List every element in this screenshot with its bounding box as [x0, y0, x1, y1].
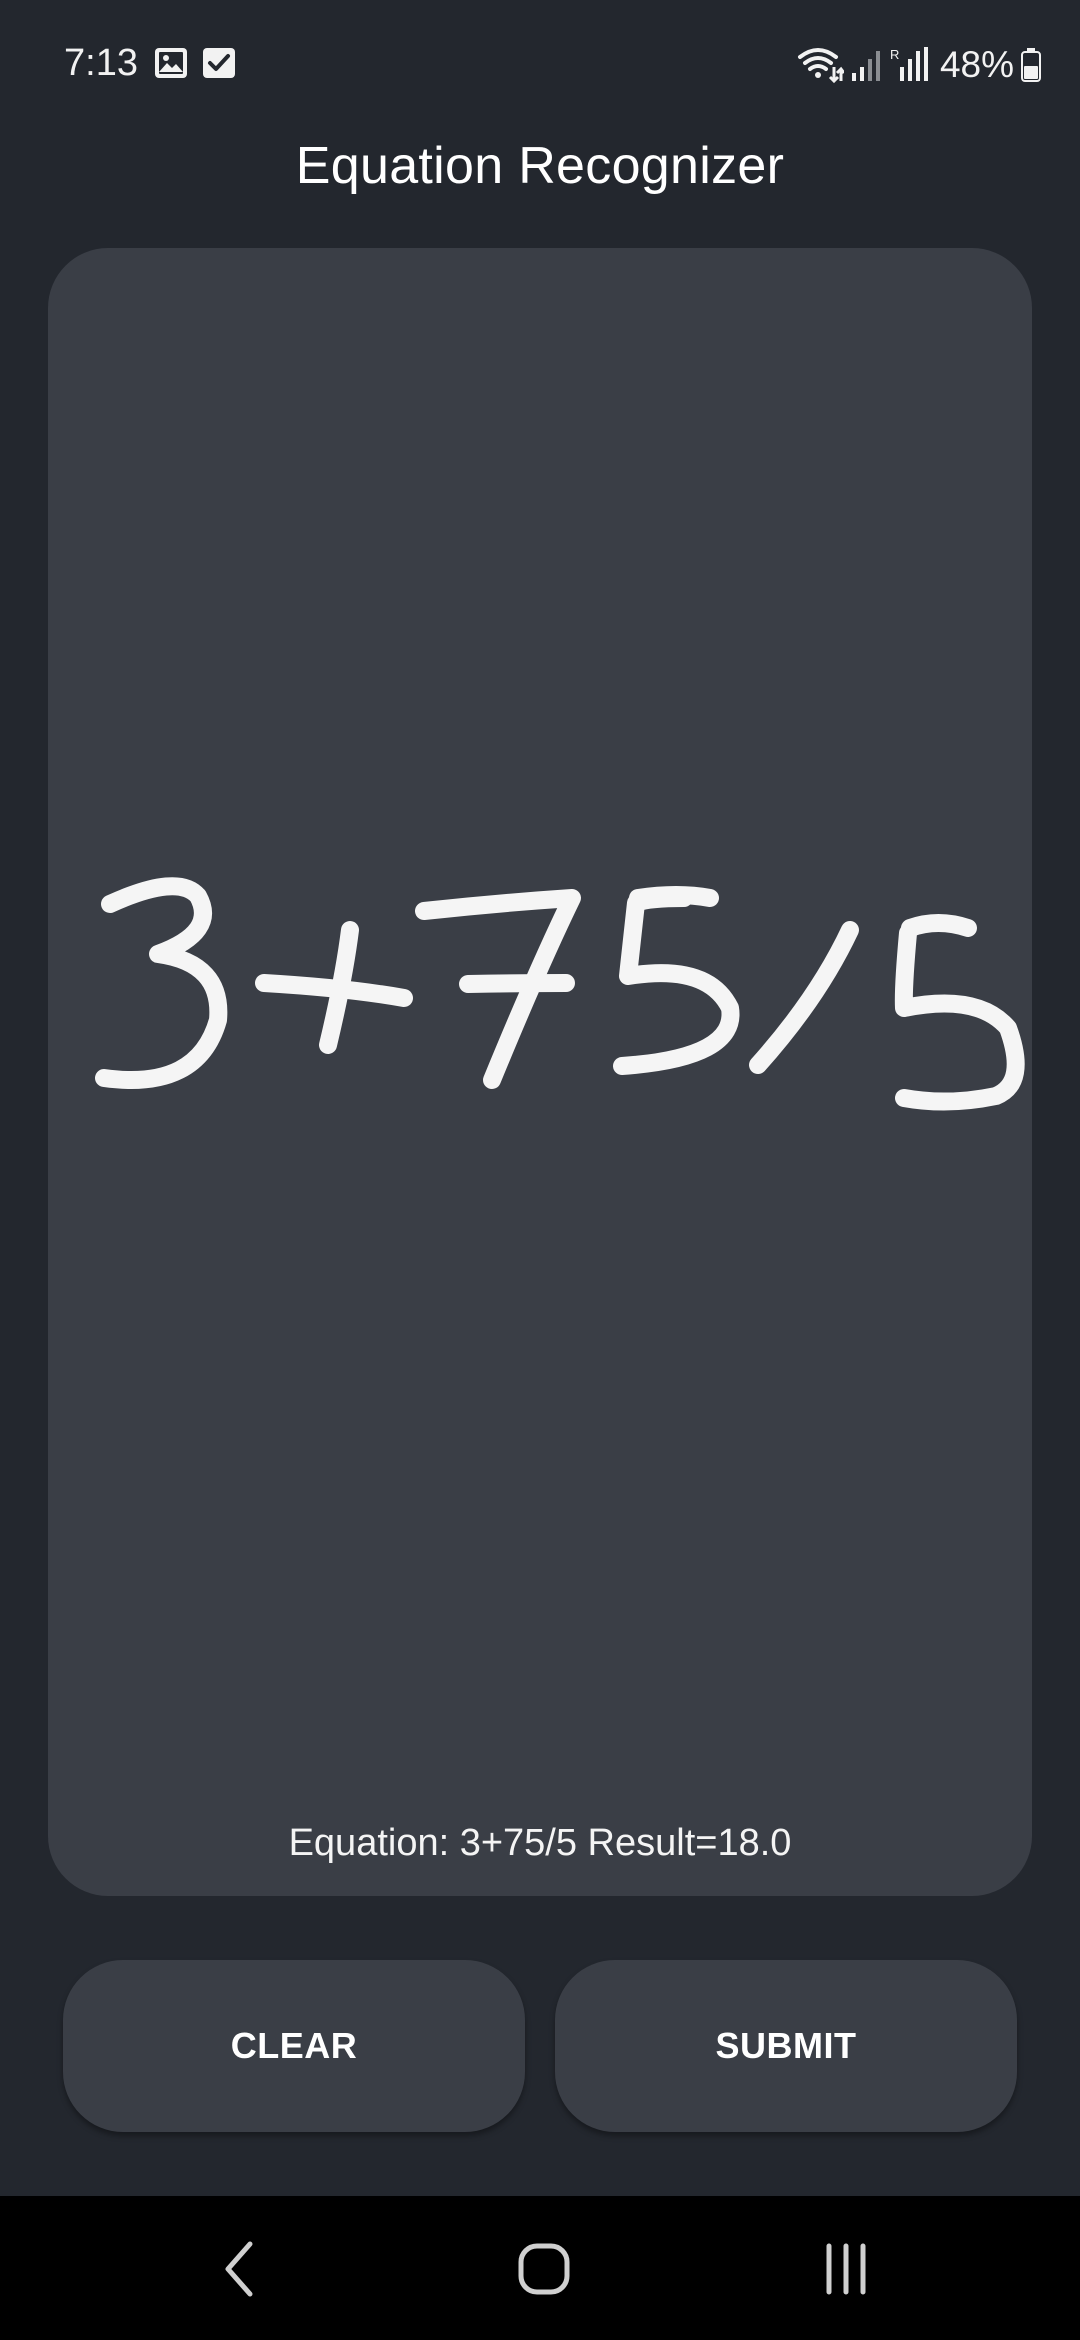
recents-icon[interactable]	[801, 2232, 891, 2306]
stroke-digit-5	[613, 889, 740, 1075]
wifi-icon	[797, 48, 844, 84]
stroke-digit-3	[95, 877, 228, 1090]
app-title: Equation Recognizer	[295, 137, 785, 195]
stroke-digit-5-second	[894, 924, 1025, 1111]
drawing-canvas[interactable]: Equation: 3+75/5 Result=18.0	[48, 248, 1032, 1896]
stroke-slash	[749, 921, 859, 1074]
back-icon[interactable]	[196, 2232, 286, 2306]
signal-icon	[851, 51, 880, 81]
handwritten-equation	[95, 877, 1025, 1111]
status-time: 7:13	[64, 42, 138, 84]
signal-icon: R	[890, 47, 928, 81]
battery-icon	[1021, 48, 1041, 82]
clear-button[interactable]: CLEAR	[63, 1960, 525, 2132]
stroke-digit-7-bar	[459, 974, 575, 993]
stroke-digit-5-second-top	[901, 914, 977, 937]
battery-percentage: 48%	[939, 44, 1014, 85]
submit-button[interactable]: SUBMIT	[555, 1960, 1017, 2132]
gallery-icon	[155, 48, 187, 78]
home-icon[interactable]	[499, 2232, 589, 2306]
result-text: Equation: 3+75/5 Result=18.0	[288, 1822, 792, 1864]
check-box-icon	[203, 48, 235, 78]
svg-text:R: R	[890, 47, 899, 62]
status-right-group: R 48%	[796, 40, 1042, 90]
navigation-bar	[0, 2196, 1080, 2340]
status-bar: 7:13 R 48%	[0, 0, 1080, 130]
stroke-digit-5-top	[629, 886, 719, 907]
